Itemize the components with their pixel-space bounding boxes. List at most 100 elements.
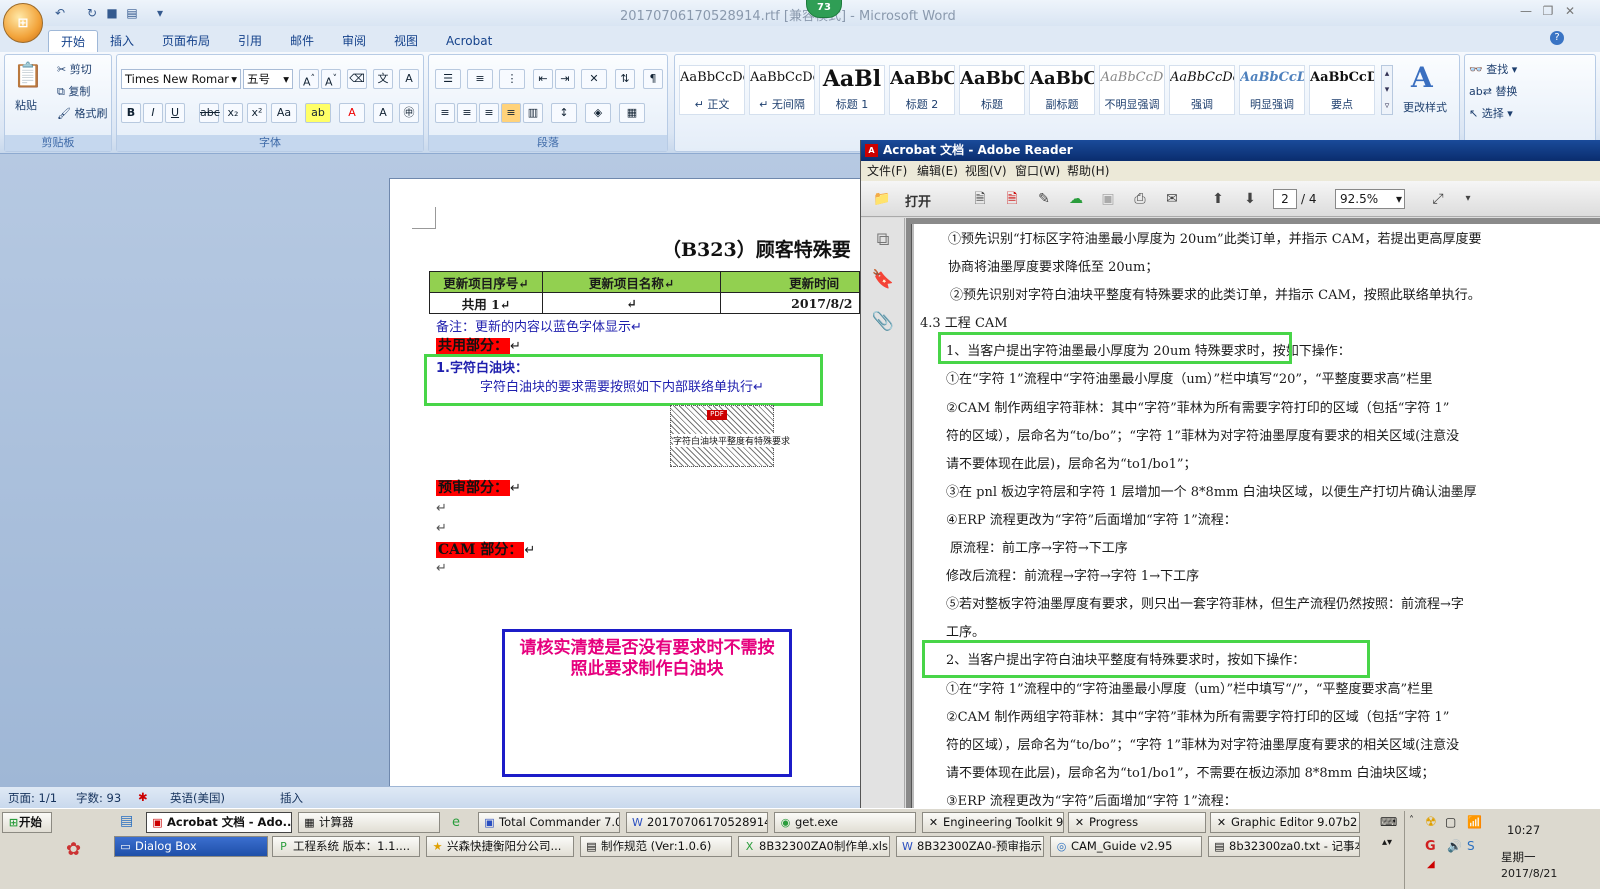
taskbar-scroll-icon[interactable]: ▴▾	[1382, 837, 1392, 848]
task-excel[interactable]: X 8B32300ZA0制作单.xls ...	[738, 836, 890, 857]
clock-time[interactable]: 10:27	[1507, 823, 1540, 837]
style-subtle-emphasis[interactable]: AaBbCcD 不明显强调	[1099, 65, 1165, 115]
enclose-char-icon[interactable]: ㊥	[399, 103, 419, 123]
quick-launch-icon[interactable]: ✿	[66, 839, 81, 860]
insert-mode-status[interactable]: 插入	[280, 790, 303, 806]
task-pre-review[interactable]: W 8B32300ZA0-预审指示...	[896, 836, 1044, 857]
strikethrough-icon[interactable]: abc	[199, 103, 220, 123]
page-number-input[interactable]: 2	[1273, 189, 1297, 209]
browser-icon[interactable]: e	[452, 815, 460, 830]
format-painter-button[interactable]: 🖌 格式刷	[57, 105, 107, 121]
upload-icon[interactable]: ☁	[1065, 189, 1087, 209]
paste-button[interactable]: 粘贴	[15, 97, 37, 113]
word-page[interactable]: （B323）顾客特殊要 更新项目序号↵ 更新项目名称↵ 更新时间 共用 1↵ ↵…	[389, 178, 860, 786]
keyboard-icon[interactable]: ⌨	[1380, 815, 1397, 829]
tab-view[interactable]: 视图	[382, 30, 430, 52]
menu-edit[interactable]: 编辑(E)	[917, 161, 958, 181]
grow-font-icon[interactable]: A˄	[299, 69, 319, 89]
char-border-icon[interactable]: A	[399, 69, 419, 89]
page-up-icon[interactable]: ⬆	[1207, 189, 1229, 209]
phonetic-guide-icon[interactable]: 文	[373, 69, 393, 89]
save-icon[interactable]: ■	[104, 5, 120, 21]
italic-icon[interactable]: I	[143, 103, 163, 123]
menu-help[interactable]: 帮助(H)	[1067, 161, 1109, 181]
menu-view[interactable]: 视图(V)	[965, 161, 1007, 181]
save-disk-icon[interactable]: ▣	[1097, 189, 1119, 209]
show-marks-icon[interactable]: ¶	[643, 69, 663, 89]
style-heading-1[interactable]: AaBl 标题 1	[819, 65, 885, 115]
tab-acrobat[interactable]: Acrobat	[434, 30, 504, 52]
proofing-icon[interactable]: ✱	[138, 790, 148, 804]
close-icon[interactable]: ✕	[1560, 4, 1580, 20]
shrink-font-icon[interactable]: A˅	[321, 69, 341, 89]
task-word-doc[interactable]: W20170706170528914....	[626, 812, 768, 833]
style-subtitle[interactable]: AaBbC 副标题	[1029, 65, 1095, 115]
toolbar-more-icon[interactable]: ▾	[1457, 189, 1479, 209]
bold-icon[interactable]: B	[121, 103, 141, 123]
show-desktop-icon[interactable]: ▤	[120, 813, 133, 829]
task-engineering-toolkit[interactable]: ✕Engineering Toolkit 9.0...	[922, 812, 1064, 833]
attachments-icon[interactable]: 📎	[871, 310, 895, 334]
paste-icon[interactable]: 📋	[13, 61, 43, 91]
redo-icon[interactable]: ↻	[84, 5, 100, 21]
page-down-icon[interactable]: ⬇	[1239, 189, 1261, 209]
task-progress[interactable]: ✕ Progress	[1068, 812, 1206, 833]
pages-panel-icon[interactable]: ⧉	[871, 228, 895, 252]
align-right-icon[interactable]: ≡	[479, 103, 499, 123]
bullets-icon[interactable]: ☰	[435, 69, 461, 89]
task-dialog-box[interactable]: ▭ Dialog Box	[114, 836, 268, 857]
zoom-combo[interactable]: 92.5% ▾	[1335, 189, 1405, 209]
tab-mailings[interactable]: 邮件	[278, 30, 326, 52]
tab-review[interactable]: 审阅	[330, 30, 378, 52]
office-button-icon[interactable]: ⊞	[3, 3, 43, 43]
undo-icon[interactable]: ↶	[52, 5, 68, 21]
borders-icon[interactable]: ▦	[619, 103, 645, 123]
tab-page-layout[interactable]: 页面布局	[150, 30, 222, 52]
menu-window[interactable]: 窗口(W)	[1015, 161, 1060, 181]
print-icon[interactable]: ⎙	[1129, 189, 1151, 209]
folder-icon[interactable]: 📁	[871, 189, 893, 209]
style-intense-emphasis[interactable]: AaBbCcD 明显强调	[1239, 65, 1305, 115]
shading-icon[interactable]: ◈	[585, 103, 611, 123]
help-icon[interactable]: ?	[1550, 31, 1564, 45]
task-get-exe[interactable]: ◉ get.exe	[774, 812, 916, 833]
task-xingsen[interactable]: ★ 兴森快捷衡阳分公司...	[426, 836, 574, 857]
task-calculator[interactable]: ▦ 计算器	[298, 812, 440, 833]
align-center-icon[interactable]: ≡	[457, 103, 477, 123]
qat-dropdown-icon[interactable]: ▾	[152, 5, 168, 21]
restore-icon[interactable]: ❐	[1538, 4, 1558, 20]
style-title[interactable]: AaBbC 标题	[959, 65, 1025, 115]
task-notepad[interactable]: ▤ 8b32300za0.txt - 记事本	[1208, 836, 1360, 857]
clear-format-icon[interactable]: ⌫	[347, 69, 367, 89]
page-count[interactable]: 页面: 1/1	[8, 790, 57, 806]
style-emphasis[interactable]: AaBbCcDc 强调	[1169, 65, 1235, 115]
increase-indent-icon[interactable]: ⇥	[555, 69, 575, 89]
change-styles-button[interactable]: 更改样式	[1403, 99, 1447, 115]
font-name-combo[interactable]: Times New Romar ▾	[121, 69, 241, 89]
edit-pdf-icon[interactable]: ✎	[1033, 189, 1055, 209]
language-status[interactable]: 英语(美国)	[170, 790, 225, 806]
justify-icon[interactable]: ≡	[501, 103, 521, 123]
minimize-icon[interactable]: —	[1516, 4, 1536, 20]
subscript-icon[interactable]: x₂	[223, 103, 243, 123]
volume-icon[interactable]: 🔊	[1447, 839, 1462, 853]
task-engineering-system[interactable]: P 工程系统 版本：1.1....	[272, 836, 420, 857]
font-color-icon[interactable]: A	[339, 103, 365, 123]
bookmarks-icon[interactable]: 🔖	[871, 268, 895, 292]
find-button[interactable]: 👓 查找 ▾	[1469, 61, 1517, 77]
highlight-icon[interactable]: ab	[305, 103, 331, 123]
task-total-commander[interactable]: ▣Total Commander 7.0 ...	[478, 812, 620, 833]
fit-page-icon[interactable]: ⤢	[1427, 189, 1449, 209]
underline-icon[interactable]: U	[165, 103, 185, 123]
style-normal[interactable]: AaBbCcDc ↵ 正文	[679, 65, 745, 115]
replace-button[interactable]: ab⇄ 替换	[1469, 83, 1517, 99]
line-spacing-icon[interactable]: ↕	[551, 103, 577, 123]
g-icon[interactable]: G	[1425, 839, 1436, 854]
ime-icon[interactable]: S	[1467, 839, 1475, 853]
open-button[interactable]: 打开	[905, 191, 931, 210]
task-cam-guide[interactable]: ◎ CAM_Guide v2.95	[1050, 836, 1202, 857]
change-case-icon[interactable]: Aa	[271, 103, 297, 123]
pdf-page[interactable]: ①预先识别“打标区字符油墨最小厚度为 20um”此类订单，并指示 CAM，若提出…	[911, 224, 1600, 808]
styles-scroll-icon[interactable]: ▴ ▾ ▿	[1381, 65, 1393, 115]
security-icon[interactable]: ☢	[1425, 815, 1437, 830]
